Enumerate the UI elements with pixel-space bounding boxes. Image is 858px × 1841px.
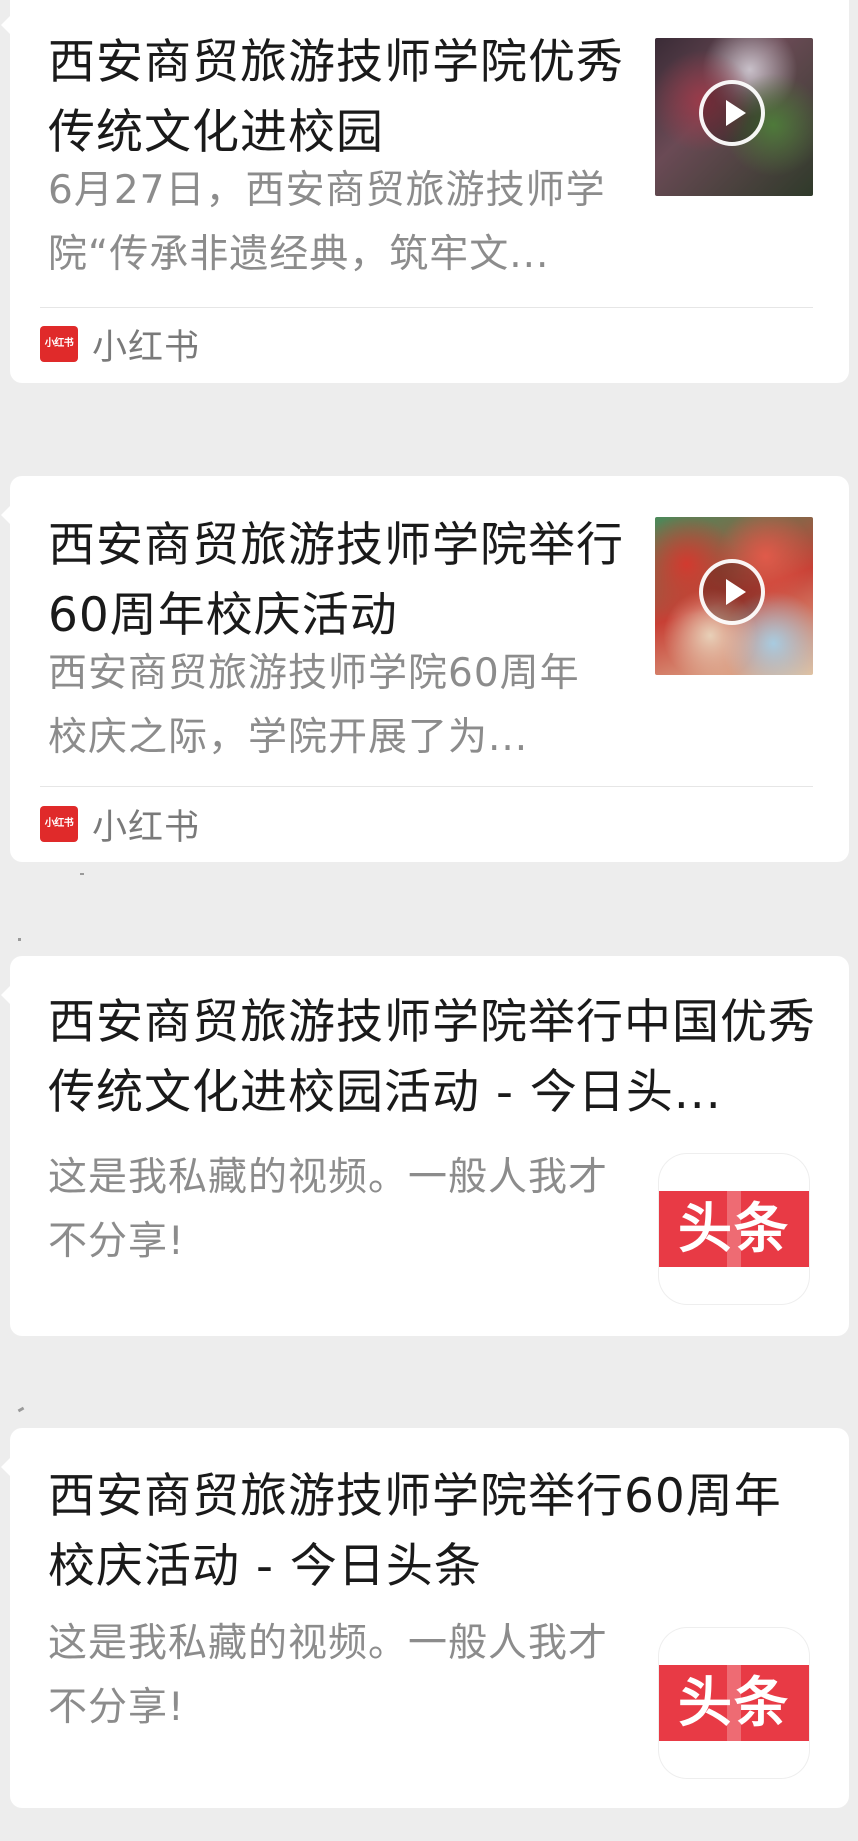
share-card-1[interactable]: 西安商贸旅游技师学院优秀传统文化进校园 6月27日，西安商贸旅游技师学院“传承非… bbox=[1, 0, 849, 383]
stray-mark bbox=[17, 1406, 25, 1413]
play-icon bbox=[699, 80, 765, 146]
video-thumbnail[interactable] bbox=[655, 38, 813, 196]
share-card-title: 西安商贸旅游技师学院举行中国优秀传统文化进校园活动 - 今日头... bbox=[48, 995, 816, 1120]
toutiao-app-icon: 头条 bbox=[659, 1628, 809, 1778]
share-source-name: 小红书 bbox=[92, 327, 201, 368]
play-icon bbox=[699, 559, 765, 625]
stray-mark bbox=[18, 938, 21, 941]
share-card-description: 这是我私藏的视频。一般人我才不分享! bbox=[48, 1621, 608, 1730]
share-card-description: 这是我私藏的视频。一般人我才不分享! bbox=[48, 1155, 608, 1264]
video-thumbnail[interactable] bbox=[655, 517, 813, 675]
toutiao-app-icon: 头条 bbox=[659, 1154, 809, 1304]
share-card-4[interactable]: 西安商贸旅游技师学院举行60周年校庆活动 - 今日头条 这是我私藏的视频。一般人… bbox=[1, 1428, 849, 1808]
share-card-title: 西安商贸旅游技师学院举行60周年校庆活动 bbox=[48, 518, 624, 643]
xiaohongshu-logo-icon: 小红书 bbox=[40, 326, 78, 362]
xiaohongshu-logo-icon: 小红书 bbox=[40, 806, 78, 842]
divider bbox=[40, 307, 813, 308]
share-card-description: 西安商贸旅游技师学院60周年校庆之际，学院开展了为... bbox=[48, 651, 580, 760]
share-card-title: 西安商贸旅游技师学院优秀传统文化进校园 bbox=[48, 35, 624, 160]
share-card-title: 西安商贸旅游技师学院举行60周年校庆活动 - 今日头条 bbox=[48, 1469, 782, 1594]
share-source: 小红书 小红书 bbox=[40, 804, 200, 848]
share-card-3[interactable]: 西安商贸旅游技师学院举行中国优秀传统文化进校园活动 - 今日头... 这是我私藏… bbox=[1, 956, 849, 1336]
share-source-name: 小红书 bbox=[92, 807, 201, 848]
chat-share-list: 西安商贸旅游技师学院优秀传统文化进校园 6月27日，西安商贸旅游技师学院“传承非… bbox=[0, 0, 858, 1841]
divider bbox=[40, 786, 813, 787]
share-card-description: 6月27日，西安商贸旅游技师学院“传承非遗经典，筑牢文... bbox=[48, 168, 606, 277]
share-card-2[interactable]: 西安商贸旅游技师学院举行60周年校庆活动 西安商贸旅游技师学院60周年校庆之际，… bbox=[1, 476, 849, 862]
share-source: 小红书 小红书 bbox=[40, 324, 200, 368]
stray-mark bbox=[80, 873, 84, 875]
